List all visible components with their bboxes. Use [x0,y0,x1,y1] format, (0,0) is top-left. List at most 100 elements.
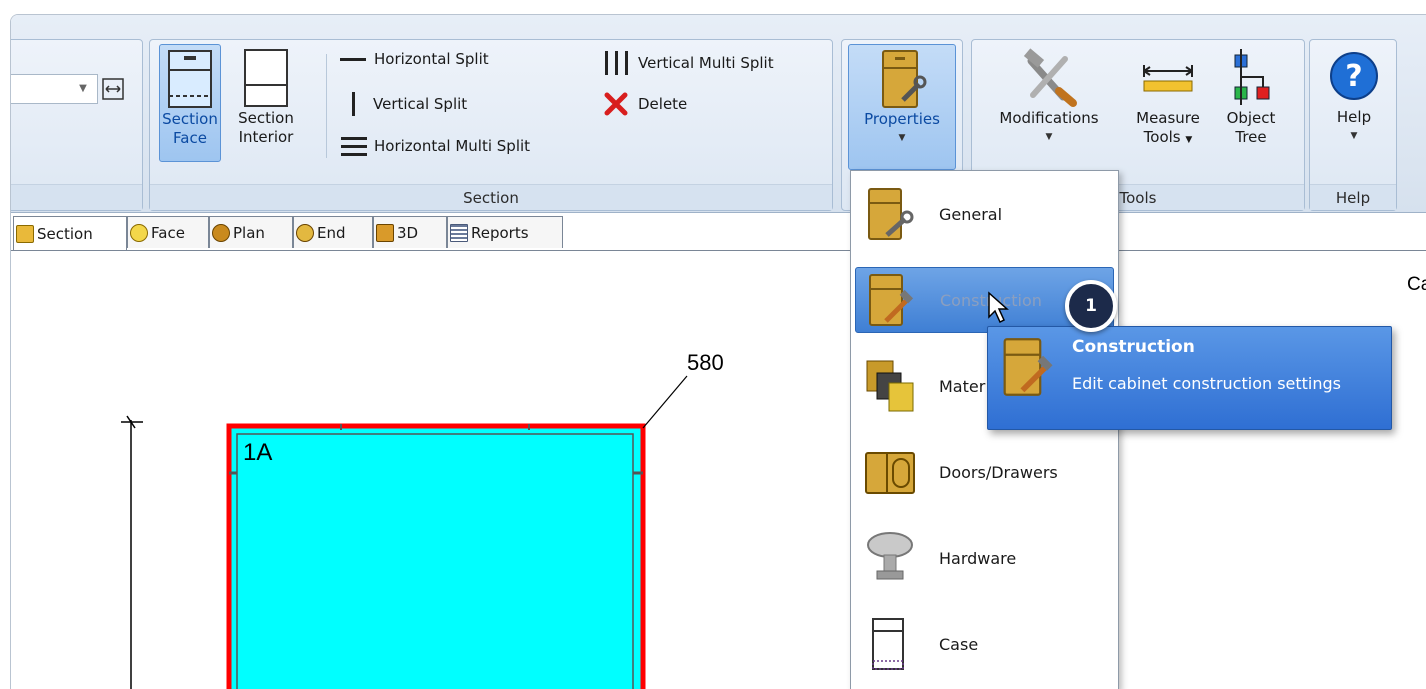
tab-plan-label: Plan [233,223,265,242]
menu-item-general[interactable]: General [855,181,1114,247]
tab-section[interactable]: Section [13,216,127,250]
help-group-label: Help [1310,184,1396,210]
reports-grid-tab-icon [450,223,468,242]
horizontal-multi-split-button[interactable]: Horizontal Multi Split [340,134,530,158]
menu-item-hardware[interactable]: Hardware [855,525,1114,591]
view-combo[interactable]: ▼ [11,74,98,104]
tab-face-label: Face [151,223,185,242]
app-window: ▼ Section Face Section Interior Horizont… [10,14,1426,689]
delete-button[interactable]: Delete [602,92,687,116]
fit-width-icon[interactable] [98,74,128,104]
svg-text:?: ? [1345,59,1362,94]
properties-button[interactable]: Properties ▼ [848,44,956,170]
object-tree-icon [1234,49,1270,105]
object-tree-button[interactable]: Object Tree [1216,44,1286,162]
tab-reports-label: Reports [471,223,529,242]
materials-swatches-icon [866,360,914,412]
menu-item-general-label: General [939,204,1003,224]
modifications-button[interactable]: Modifications ▼ [980,44,1118,162]
measure-tools-button[interactable]: Measure Tools ▼ [1124,44,1212,162]
measure-label-1: Measure [1136,109,1200,127]
section-group: Section Face Section Interior Horizontal… [149,39,833,211]
dimension-580-label: 580 [687,350,724,375]
tab-section-label: Section [37,224,93,243]
horizontal-split-button[interactable]: Horizontal Split [340,50,489,68]
menu-item-case[interactable]: Case [855,611,1114,677]
menu-item-doors-drawers[interactable]: Doors/Drawers [855,439,1114,505]
measure-ruler-icon [1143,65,1193,92]
tooltip-title: Construction [1072,337,1195,357]
view-tabbar: Section Face Plan End 3D Reports [11,213,1426,251]
plan-tab-icon [212,223,230,242]
chevron-down-icon[interactable]: ▼ [69,75,97,103]
3d-cube-tab-icon [376,223,394,242]
menu-item-doors-drawers-label: Doors/Drawers [939,462,1058,482]
section-face-label-2: Face [173,129,207,147]
section-group-label: Section [150,184,832,210]
section-face-label-1: Section [162,110,218,128]
help-button[interactable]: ? Help ▼ [1318,44,1390,162]
view-group: ▼ [11,39,143,211]
horizontal-split-icon [340,57,366,61]
step-badge: 1 [1065,280,1117,332]
mouse-cursor-icon [988,291,1009,324]
section-1a-label: 1A [243,439,272,466]
help-question-icon: ? [1330,52,1378,100]
section-interior-icon [244,49,288,107]
section-face-button[interactable]: Section Face [159,44,221,162]
modifications-label: Modifications [999,109,1099,127]
vertical-multi-split-button[interactable]: Vertical Multi Split [602,50,774,76]
menu-item-case-label: Case [939,634,979,654]
horizontal-multi-split-label: Horizontal Multi Split [374,137,531,155]
tab-end-label: End [317,223,346,242]
face-tab-icon [130,223,148,242]
divider [326,54,327,158]
cabinet-title-partial: Ca [1407,274,1426,295]
section-interior-label-2: Interior [238,128,294,146]
section-tab-icon [16,224,34,243]
section-interior-label-1: Section [238,109,294,127]
group-label [11,184,142,210]
help-group: ? Help ▼ Help [1309,39,1397,211]
delete-x-icon [604,92,628,116]
help-label: Help [1336,108,1372,126]
chevron-down-icon: ▼ [1350,131,1358,141]
delete-label: Delete [638,95,688,113]
vertical-split-label: Vertical Split [373,95,468,113]
horizontal-multi-split-icon [341,137,367,156]
object-tree-label-2: Tree [1235,128,1267,146]
section-interior-button[interactable]: Section Interior [230,44,302,162]
chevron-down-icon: ▼ [898,133,906,143]
tooltip-description: Edit cabinet construction settings [1072,374,1342,393]
cabinet-hammer-icon [1003,338,1053,396]
end-tab-icon [296,223,314,242]
section-drawing[interactable]: 580 1A Ca [11,252,1426,689]
cabinet-wrench-icon [868,188,914,240]
menu-item-hardware-label: Hardware [939,548,1017,568]
tab-plan[interactable]: Plan [209,216,293,248]
tab-face[interactable]: Face [127,216,209,248]
drawing-canvas[interactable]: 580 1A Ca [11,252,1426,689]
knob-icon [867,532,913,580]
section-1a-face[interactable] [226,423,646,689]
horizontal-split-label: Horizontal Split [374,50,489,68]
vertical-multi-split-icon [605,51,628,75]
tab-reports[interactable]: Reports [447,216,563,248]
dimension-leader [642,375,688,429]
section-face-icon [168,50,212,108]
properties-label: Properties [864,110,940,128]
tab-end[interactable]: End [293,216,373,248]
vertical-split-button[interactable]: Vertical Split [340,92,467,116]
construction-tooltip: Construction Edit cabinet construction s… [987,326,1392,430]
ribbon: ▼ Section Face Section Interior Horizont… [11,15,1426,213]
vertical-split-icon [352,92,355,116]
tab-3d[interactable]: 3D [373,216,447,248]
cabinet-wrench-icon [882,50,927,108]
tools-hammer-wrench-icon [1023,48,1077,107]
chevron-down-icon: ▼ [1045,132,1053,142]
tab-3d-label: 3D [397,223,419,242]
measure-label-2: Tools ▼ [1143,128,1193,146]
case-icon [872,618,904,670]
menu-item-materials-label: Mater [939,376,986,396]
doors-drawers-icon [865,452,915,494]
